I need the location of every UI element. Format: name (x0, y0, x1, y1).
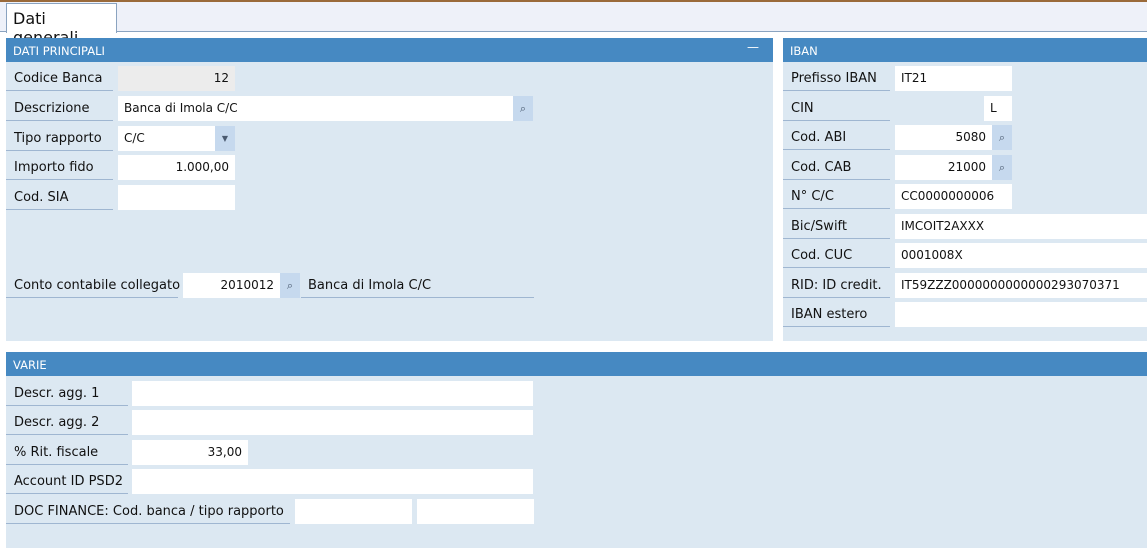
label: Cod. CAB (783, 155, 890, 180)
label: Descrizione (6, 96, 113, 121)
label: DOC FINANCE: Cod. banca / tipo rapporto (6, 499, 290, 524)
doc-finance-tipo-rapporto-input[interactable] (417, 499, 534, 524)
label: RID: ID credit. (783, 273, 890, 298)
panel-header: IBAN (783, 38, 1147, 62)
panel-title: DATI PRINCIPALI (13, 44, 105, 58)
label: Account ID PSD2 (6, 469, 128, 494)
descr-agg-2-input[interactable] (132, 410, 533, 435)
label: Codice Banca (6, 66, 113, 91)
descrizione-input[interactable]: Banca di Imola C/C (118, 96, 513, 121)
panel-header: VARIE (6, 352, 1147, 376)
label: Importo fido (6, 155, 113, 180)
cod-cuc-input[interactable]: 0001008X (895, 243, 1147, 268)
descr-agg-1-input[interactable] (132, 381, 533, 406)
search-icon[interactable]: ⌕ (280, 273, 300, 298)
tab-strip (0, 2, 1147, 32)
rid-id-credit-input[interactable]: IT59ZZZ0000000000000293070371 (895, 273, 1147, 298)
search-icon[interactable]: ⌕ (992, 155, 1012, 180)
label: % Rit. fiscale (6, 440, 128, 465)
label: Cod. ABI (783, 125, 890, 150)
rit-fiscale-input[interactable]: 33,00 (132, 440, 248, 465)
label: N° C/C (783, 184, 890, 209)
conto-contabile-input[interactable]: 2010012 (183, 273, 280, 298)
chevron-down-icon[interactable]: ▼ (215, 126, 235, 151)
bic-swift-input[interactable]: IMCOIT2AXXX (895, 214, 1147, 239)
iban-estero-input[interactable] (895, 302, 1147, 327)
label: Descr. agg. 1 (6, 381, 128, 406)
conto-description: Banca di Imola C/C (301, 273, 534, 298)
label: Bic/Swift (783, 214, 890, 239)
label: Cod. CUC (783, 243, 890, 268)
cin-input[interactable]: L (984, 96, 1012, 121)
search-icon[interactable]: ⌕ (513, 96, 533, 121)
label: Cod. SIA (6, 185, 113, 210)
cod-sia-input[interactable] (118, 185, 235, 210)
doc-finance-cod-banca-input[interactable] (295, 499, 412, 524)
prefisso-iban-input[interactable]: IT21 (895, 66, 1012, 91)
account-id-psd2-input[interactable] (132, 469, 533, 494)
panel-header: DATI PRINCIPALI — (6, 38, 773, 62)
label: Tipo rapporto (6, 126, 113, 151)
label: IBAN estero (783, 302, 890, 327)
search-icon[interactable]: ⌕ (992, 125, 1012, 150)
numero-cc-input[interactable]: CC0000000006 (895, 184, 1012, 209)
cod-cab-input[interactable]: 21000 (895, 155, 992, 180)
label: Prefisso IBAN (783, 66, 890, 91)
importo-fido-input[interactable]: 1.000,00 (118, 155, 235, 180)
label: CIN (783, 96, 890, 121)
minimize-icon[interactable]: — (747, 40, 759, 54)
label: Descr. agg. 2 (6, 410, 128, 435)
cod-abi-input[interactable]: 5080 (895, 125, 992, 150)
codice-banca-field: 12 (118, 66, 235, 91)
label: Conto contabile collegato (6, 273, 180, 298)
tipo-rapporto-select[interactable]: C/C (118, 126, 215, 151)
tab-dati-generali[interactable]: Dati generali (6, 3, 117, 47)
